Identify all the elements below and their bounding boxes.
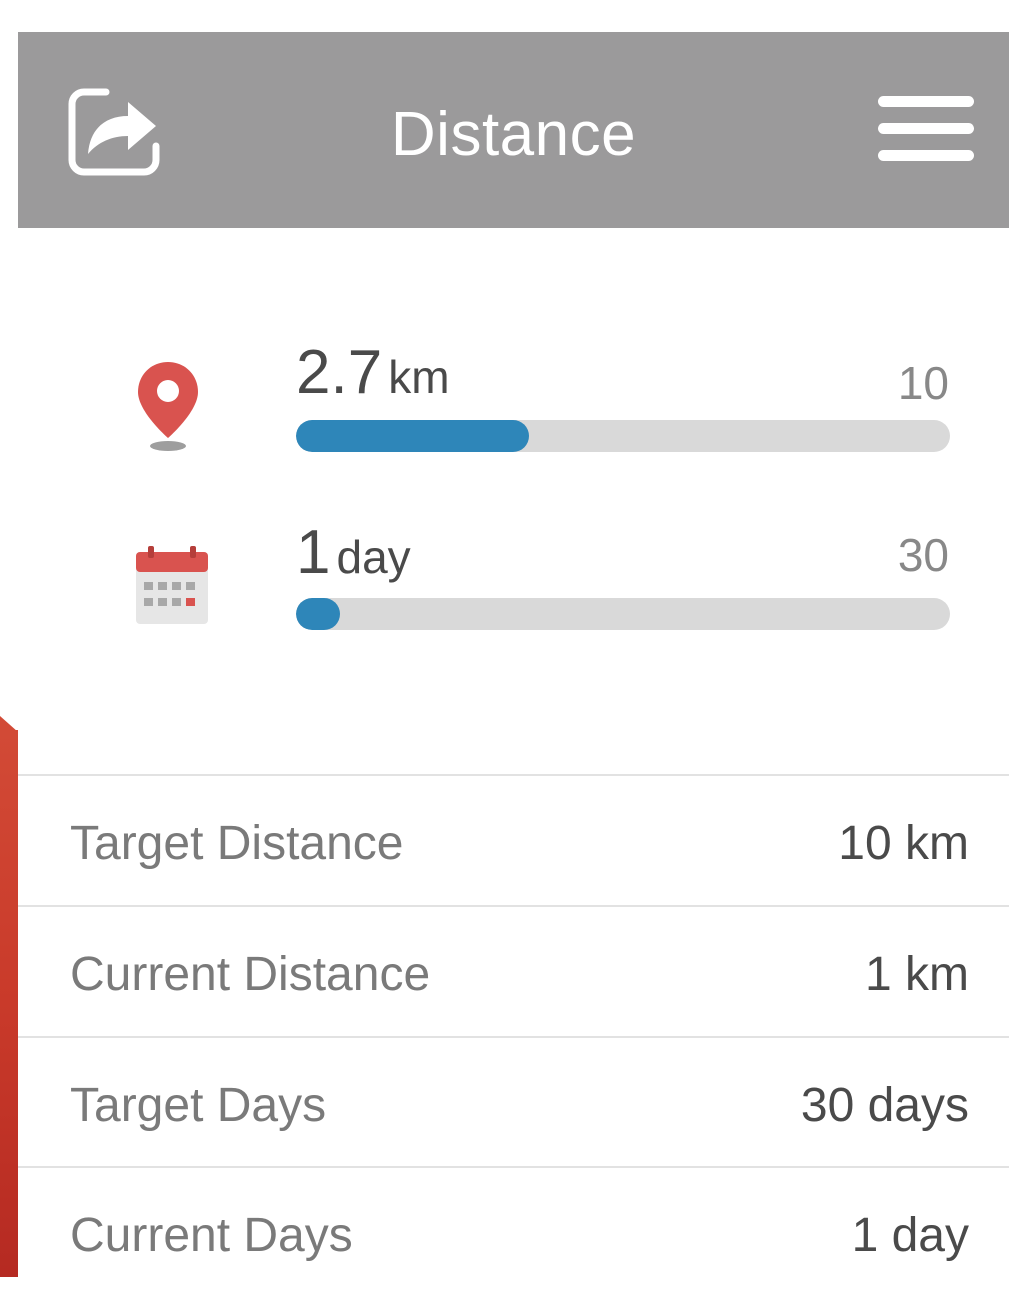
stat-value: 1 km xyxy=(864,948,969,1001)
menu-button[interactable] xyxy=(876,94,976,164)
days-value: 1 xyxy=(296,518,331,587)
location-pin-icon xyxy=(138,362,198,451)
days-progress: 1 day 30 xyxy=(18,512,1009,642)
share-button[interactable] xyxy=(66,82,162,178)
stat-label: Current Distance xyxy=(70,948,431,1001)
days-unit: day xyxy=(336,531,411,583)
page-title: Distance xyxy=(390,100,637,169)
distance-current-value: 2.7 km xyxy=(296,342,450,404)
app-header: Distance xyxy=(18,32,1009,228)
distance-unit: km xyxy=(388,351,450,403)
stat-row-target-days: Target Days 30 days xyxy=(18,1038,1009,1166)
calendar-icon xyxy=(136,546,208,624)
days-progress-bar xyxy=(296,598,950,630)
stat-row-target-distance: Target Distance 10 km xyxy=(18,776,1009,904)
distance-panel: Distance 2.7 km 10 1 day 30 Target Dista… xyxy=(18,32,1009,1277)
days-current-value: 1 day xyxy=(296,522,411,584)
days-progress-fill xyxy=(296,598,340,630)
stat-label: Target Distance xyxy=(70,817,404,870)
stat-value: 30 days xyxy=(800,1079,969,1132)
stat-label: Target Days xyxy=(70,1079,327,1132)
menu-icon xyxy=(878,96,974,161)
distance-progress-bar xyxy=(296,420,950,452)
stat-value: 10 km xyxy=(838,817,969,870)
distance-progress-fill xyxy=(296,420,529,452)
stat-row-current-distance: Current Distance 1 km xyxy=(18,907,1009,1035)
distance-max-value: 10 xyxy=(897,357,949,409)
days-max-value: 30 xyxy=(897,529,949,581)
background-strip xyxy=(0,730,18,1277)
distance-progress: 2.7 km 10 xyxy=(18,332,1009,462)
share-icon xyxy=(68,88,160,176)
distance-value: 2.7 xyxy=(296,338,383,407)
